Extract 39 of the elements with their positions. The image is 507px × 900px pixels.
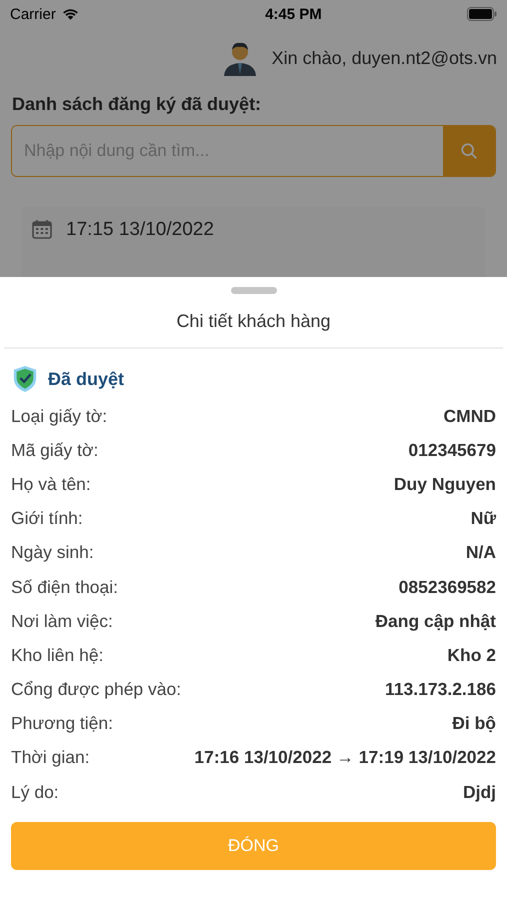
field-label: Mã giấy tờ: (11, 440, 98, 461)
field-value: N/A (466, 542, 496, 564)
field-value: 0852369582 (398, 576, 496, 598)
field-value: 113.173.2.186 (385, 679, 496, 700)
field-label: Phương tiện: (11, 713, 114, 734)
field-label: Giới tính: (11, 508, 83, 530)
field-value: Đi bộ (452, 713, 496, 734)
field-label: Ngày sinh: (11, 542, 94, 564)
field-value: Djdj (462, 782, 496, 803)
field-label: Thời gian: (11, 747, 90, 768)
field-label: Kho liên hệ: (11, 644, 104, 666)
battery-icon (466, 7, 497, 21)
field-label: Họ và tên: (11, 474, 91, 495)
sheet-title: Chi tiết khách hàng (4, 294, 503, 349)
field-value: CMND (444, 406, 496, 427)
search-icon (460, 142, 478, 160)
field-label: Cổng được phép vào: (11, 679, 182, 700)
field-value: Kho 2 (447, 644, 496, 666)
status-label: Đã duyệt (48, 368, 124, 390)
shield-check-icon (12, 365, 38, 393)
search-button[interactable] (443, 126, 495, 176)
field-label: Nơi làm việc: (11, 610, 113, 632)
field-value: Duy Nguyen (394, 474, 496, 495)
greeting-text: Xin chào, duyen.nt2@ots.vn (272, 48, 497, 68)
field-value: 17:16 13/10/2022 → 17:19 13/10/2022 (194, 747, 496, 768)
field-label: Lý do: (11, 782, 59, 803)
list-title: Danh sách đăng ký đã duyệt: (11, 93, 262, 115)
field-label: Loại giấy tờ: (11, 406, 108, 427)
calendar-icon (32, 219, 52, 239)
user-avatar-icon (222, 40, 257, 76)
status-time: 4:45 PM (265, 6, 322, 22)
wifi-icon (60, 7, 80, 21)
drag-handle[interactable] (230, 287, 276, 294)
record-time: 17:15 13/10/2022 (66, 219, 214, 241)
field-label: Số điện thoại: (11, 576, 118, 598)
field-value: Nữ (470, 508, 496, 530)
carrier-label: Carrier (10, 6, 56, 22)
field-value: 012345679 (408, 440, 496, 461)
field-value: Đang cập nhật (375, 610, 496, 632)
